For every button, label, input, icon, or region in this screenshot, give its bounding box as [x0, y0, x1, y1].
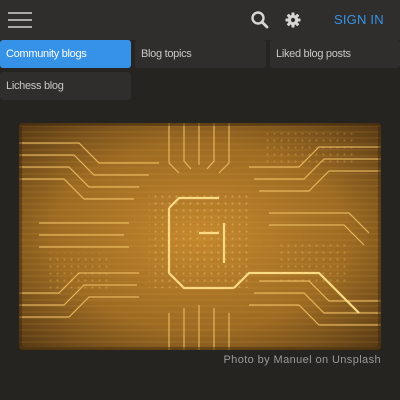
circuit-board-photo	[19, 123, 381, 350]
top-bar: SIGN IN	[0, 0, 400, 40]
tab-blog-topics[interactable]: Blog topics	[135, 40, 266, 68]
tab-community-blogs[interactable]: Community blogs	[0, 40, 131, 68]
tab-lichess-blog[interactable]: Lichess blog	[0, 72, 131, 100]
search-icon[interactable]	[250, 10, 270, 30]
gear-icon[interactable]	[283, 10, 303, 30]
hero-image	[19, 123, 381, 350]
sign-in-link[interactable]: SIGN IN	[334, 12, 384, 27]
blog-subnav: Community blogs Blog topics Liked blog p…	[0, 40, 400, 100]
photo-credit: Photo by Manuel on Unsplash	[223, 354, 381, 366]
hamburger-menu-icon[interactable]	[8, 9, 32, 31]
tab-liked-blog-posts[interactable]: Liked blog posts	[270, 40, 400, 68]
